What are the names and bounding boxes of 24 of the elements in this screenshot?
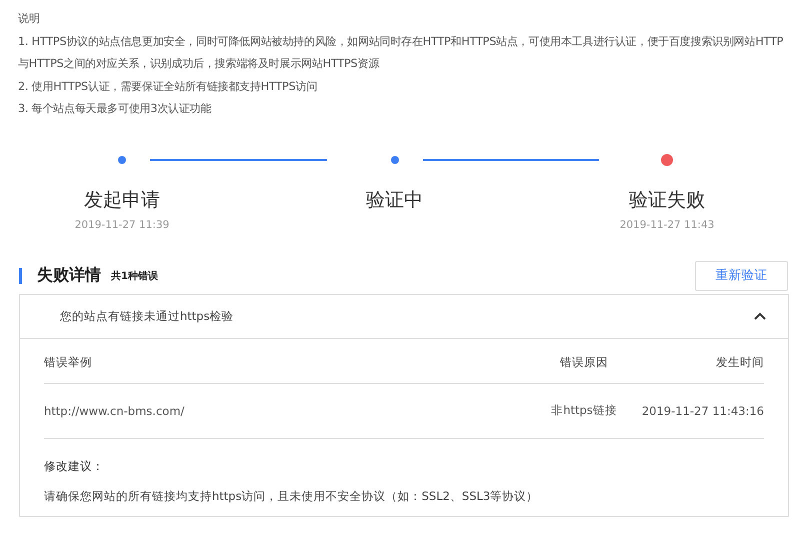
step-time: 2019-11-27 11:43 bbox=[620, 218, 714, 230]
section-title: 失败详情 bbox=[37, 265, 101, 286]
step-title: 发起申请 bbox=[84, 188, 160, 212]
column-header: 错误原因 bbox=[559, 355, 609, 370]
panel-summary: 您的站点有链接未通过https检验 bbox=[60, 308, 234, 324]
column-header: 错误举例 bbox=[44, 355, 93, 370]
table-cell-text: 2019-11-27 11:43:16 bbox=[640, 404, 764, 418]
intro-paragraph: 2. 使用HTTPS认证，需要保证全站所有链接都支持HTTPS访问 bbox=[18, 78, 318, 94]
step-time: 2019-11-27 11:39 bbox=[74, 218, 170, 230]
table-cell-text: http://www.cn-bms.com/ bbox=[44, 404, 186, 418]
suggestion-text: 请确保您网站的所有链接均支持https访问，且未使用不安全协议（如：SSL2、SSL3等协议） bbox=[44, 488, 540, 504]
section-marker bbox=[19, 268, 22, 284]
table-cell-text: 非https链接 bbox=[550, 403, 618, 418]
intro-heading: 说明 bbox=[18, 11, 41, 27]
panel-header[interactable]: 您的站点有链接未通过https检验 bbox=[20, 294, 788, 338]
error-count: 共1种错误 bbox=[111, 270, 158, 282]
chevron-icon[interactable] bbox=[754, 312, 766, 320]
suggestion-label: 修改建议： bbox=[44, 458, 105, 474]
intro-paragraph: 1. HTTPS协议的站点信息更加安全，同时可降低网站被劫持的风险，如网站同时存在HTTP和HTTPS站点，可使用本工具进行认证，便于百度搜索识别网站HTTP与HTTPS之间的对应关系，识别成功后，搜索端将及时展示网站HTTPS资源 bbox=[18, 34, 784, 72]
retry-button[interactable]: 重新验证 bbox=[695, 260, 788, 290]
step-title: 验证失败 bbox=[629, 188, 705, 212]
column-header: 发生时间 bbox=[715, 355, 764, 370]
step-title: 验证中 bbox=[366, 188, 423, 212]
intro-paragraph: 3. 每个站点每天最多可使用3次认证功能 bbox=[18, 101, 212, 117]
